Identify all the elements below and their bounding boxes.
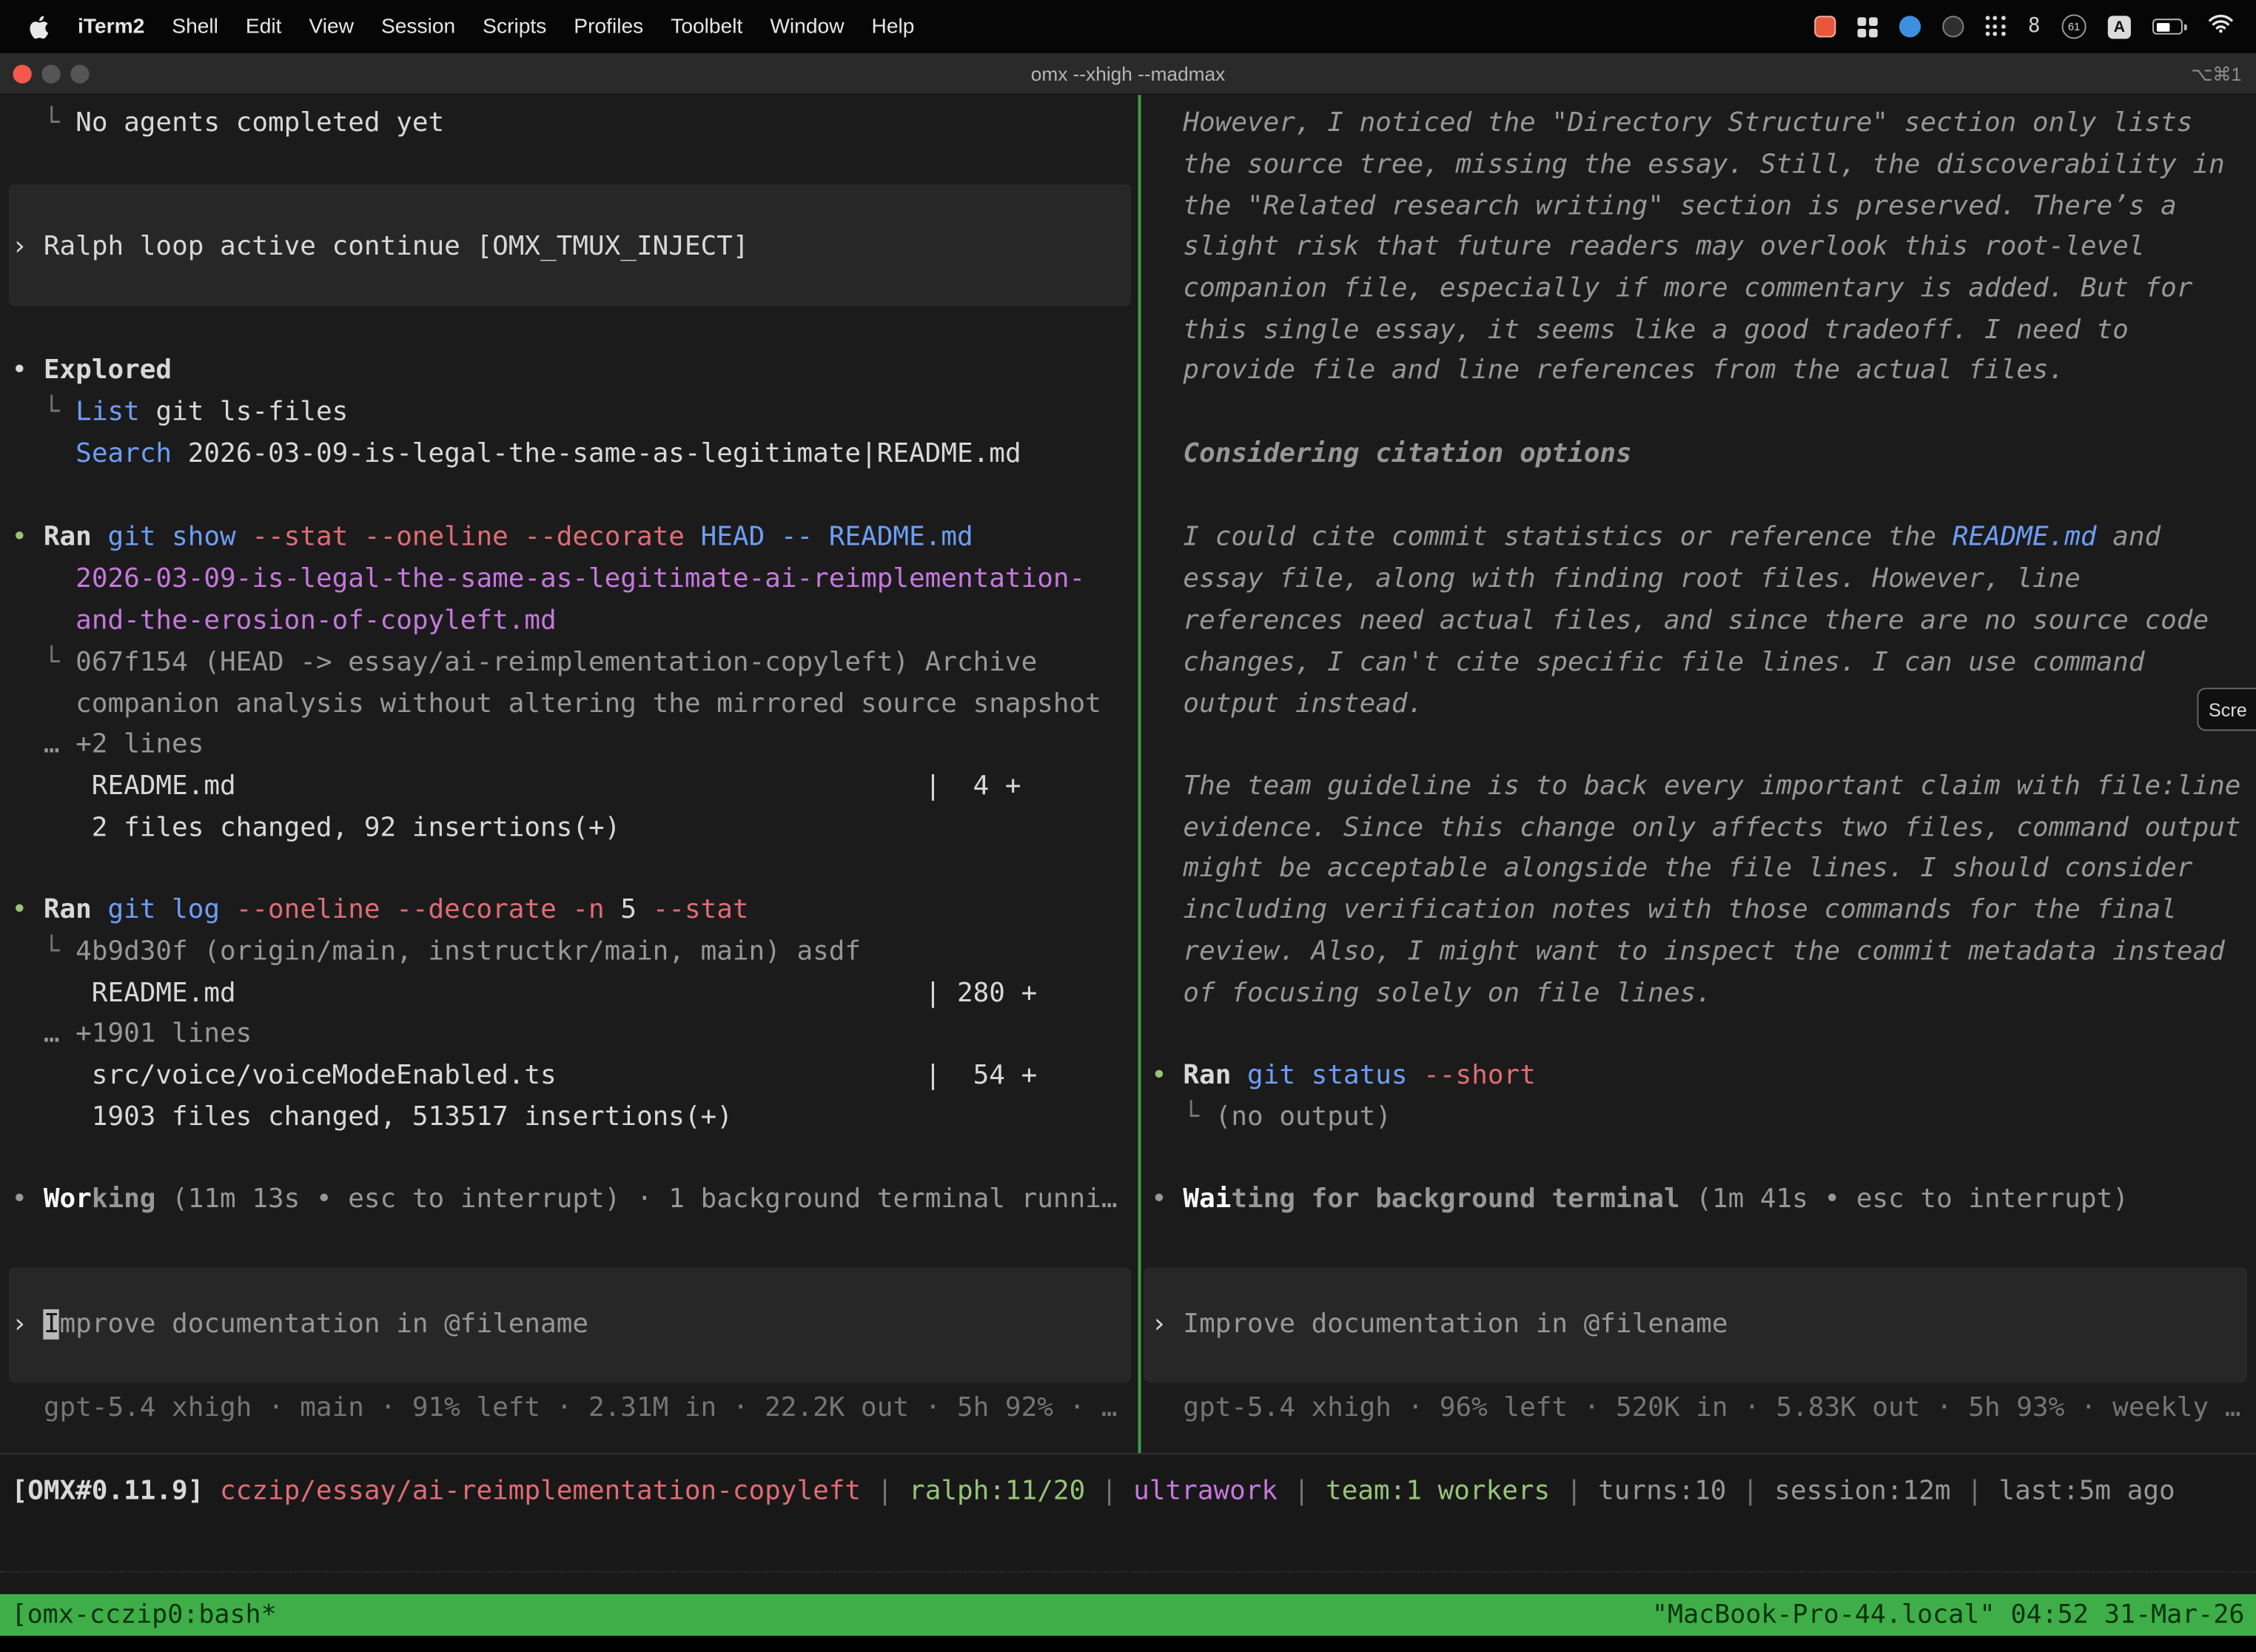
- terminal-line-left: └ 4b9d30f (origin/main, instructkr/main,…: [12, 931, 862, 973]
- screen-recording-indicator-icon[interactable]: [1813, 16, 1835, 37]
- dots-grid-icon[interactable]: [1985, 16, 2007, 37]
- terminal-line-right: I could cite commit statistics or refere…: [1151, 517, 2161, 558]
- gauge-icon[interactable]: 61: [2062, 14, 2087, 38]
- wifi-icon[interactable]: [2209, 14, 2233, 38]
- terminal-line-left: • Ran git show --stat --oneline --decora…: [12, 517, 973, 558]
- figure8-app-icon[interactable]: 8: [2028, 16, 2040, 37]
- tmux-status-bar: [omx-cczip0:bash* "MacBook-Pro-44.local"…: [0, 1594, 2256, 1636]
- terminal-line-right: references need actual files, and since …: [1151, 600, 2209, 642]
- terminal-line-right: this single essay, it seems like a good …: [1151, 309, 2129, 351]
- terminal-line-right: review. Also, I might want to inspect th…: [1151, 931, 2225, 973]
- terminal-line-left: … +2 lines: [12, 724, 204, 765]
- terminal-line-left: and-the-erosion-of-copyleft.md: [12, 600, 557, 642]
- tmux-separator-line: [0, 1571, 2256, 1573]
- terminal-line-right: slight risk that future readers may over…: [1151, 226, 2144, 267]
- omx-status-line: [OMX#0.11.9] cczip/essay/ai-reimplementa…: [12, 1471, 2175, 1512]
- menu-item-profiles[interactable]: Profiles: [574, 15, 643, 38]
- menu-item-iterm2[interactable]: iTerm2: [78, 15, 144, 38]
- terminal-line-left: README.md | 4 +: [12, 765, 1021, 807]
- terminal-line-left: 2 files changed, 92 insertions(+): [12, 807, 621, 849]
- menu-item-toolbelt[interactable]: Toolbelt: [671, 15, 742, 38]
- screen-share-overlay-label: Scre: [2209, 699, 2247, 720]
- terminal-line-left: README.md | 280 +: [12, 973, 1038, 1014]
- terminal-line-right: The team guideline is to back every impo…: [1151, 765, 2240, 807]
- terminal-line-left: … +1901 lines: [12, 1013, 252, 1055]
- terminal-line-left: └ List git ls-files: [12, 392, 349, 433]
- terminal-line-left: › Improve documentation in @filename: [12, 1303, 588, 1345]
- pane-divider: [1138, 95, 1141, 1453]
- terminal-line-right: might be acceptable alongside the file l…: [1151, 847, 2192, 889]
- menu-item-edit[interactable]: Edit: [246, 15, 282, 38]
- terminal-line-right: of focusing solely on file lines.: [1151, 973, 1712, 1014]
- terminal-line-right: gpt-5.4 xhigh · 96% left · 520K in · 5.8…: [1151, 1387, 2240, 1428]
- macos-menu-bar: iTerm2 Shell Edit View Session Scripts Profile…: [0, 0, 2256, 53]
- bottom-strip: [0, 1636, 2256, 1651]
- apple-logo-icon: [29, 13, 50, 39]
- terminal-line-right: • Ran git status --short: [1151, 1055, 1536, 1096]
- terminal-line-left: Search 2026-03-09-is-legal-the-same-as-l…: [12, 433, 1021, 474]
- terminal-line-left: src/voice/voiceModeEnabled.ts | 54 +: [12, 1055, 1038, 1096]
- terminal-line-right: the "Related research writing" section i…: [1151, 186, 2177, 227]
- window-shortcut-badge: ⌥⌘1: [2191, 53, 2241, 95]
- terminal-line-right: • Waiting for background terminal (1m 41…: [1151, 1178, 2129, 1220]
- blue-app-icon[interactable]: [1899, 16, 1920, 37]
- input-source-icon[interactable]: A: [2108, 15, 2131, 38]
- terminal-line-left: › Ralph loop active continue [OMX_TMUX_I…: [12, 226, 749, 267]
- screen-share-overlay-button[interactable]: Scre: [2197, 688, 2256, 731]
- tmux-host-clock-label: "MacBook-Pro-44.local" 04:52 31-Mar-26: [1652, 1594, 2245, 1636]
- menu-item-shell[interactable]: Shell: [172, 15, 218, 38]
- menu-item-view[interactable]: View: [309, 15, 354, 38]
- desktop-screen: iTerm2 Shell Edit View Session Scripts Profile…: [0, 0, 2256, 1652]
- terminal-line-right: └ (no output): [1151, 1096, 1391, 1138]
- terminal-line-right: including verification notes with those …: [1151, 889, 2177, 930]
- terminal-line-right: › Improve documentation in @filename: [1151, 1303, 1728, 1345]
- terminal-line-left: • Working (11m 13s • esc to interrupt) ·…: [12, 1178, 1118, 1220]
- apple-menu-icon[interactable]: [29, 13, 50, 39]
- terminal-line-left: 1903 files changed, 513517 insertions(+): [12, 1096, 733, 1138]
- terminal-line-left: • Explored: [12, 349, 172, 391]
- battery-icon[interactable]: [2152, 19, 2187, 34]
- bento-grid-icon[interactable]: [1857, 16, 1877, 36]
- input-source-letter: A: [2114, 18, 2125, 35]
- terminal-line-right: the source tree, missing the essay. Stil…: [1151, 144, 2225, 185]
- menu-item-scripts[interactable]: Scripts: [483, 15, 546, 38]
- menu-item-session[interactable]: Session: [381, 15, 455, 38]
- terminal-line-right: changes, I can't cite specific file line…: [1151, 642, 2144, 683]
- terminal-line-right: essay file, along with finding root file…: [1151, 558, 2081, 600]
- terminal-line-left: • Ran git log --oneline --decorate -n 5 …: [12, 889, 749, 930]
- terminal-line-right: provide file and line references from th…: [1151, 349, 2064, 391]
- text-cursor: I: [44, 1309, 60, 1340]
- dark-app-icon[interactable]: [1941, 16, 1963, 37]
- terminal-line-right: Considering citation options: [1151, 433, 1632, 474]
- tmux-session-label: [omx-cczip0:bash*: [12, 1594, 277, 1636]
- terminal-line-left: 2026-03-09-is-legal-the-same-as-legitima…: [12, 558, 1086, 600]
- terminal-line-left: └ No agents completed yet: [12, 102, 445, 144]
- status-separator-line: [0, 1453, 2256, 1454]
- menu-item-window[interactable]: Window: [770, 15, 844, 38]
- terminal-line-right: However, I noticed the "Directory Struct…: [1151, 102, 2192, 144]
- gauge-value: 61: [2068, 20, 2080, 33]
- terminal-line-left: gpt-5.4 xhigh · main · 91% left · 2.31M …: [12, 1387, 1118, 1428]
- terminal-line-left: └ 067f154 (HEAD -> essay/ai-reimplementa…: [12, 642, 1038, 683]
- terminal-line-left: companion analysis without altering the …: [12, 683, 1101, 725]
- terminal-line-right: evidence. Since this change only affects…: [1151, 807, 2240, 849]
- menu-items: iTerm2 Shell Edit View Session Scripts Profile…: [0, 13, 915, 39]
- menu-bar-status-icons: 8 61 A: [1813, 14, 2256, 38]
- window-title: omx --xhigh --madmax: [0, 53, 2256, 95]
- menu-item-help[interactable]: Help: [872, 15, 915, 38]
- terminal-line-right: companion file, especially if more comme…: [1151, 268, 2192, 309]
- terminal-line-right: output instead.: [1151, 683, 1423, 725]
